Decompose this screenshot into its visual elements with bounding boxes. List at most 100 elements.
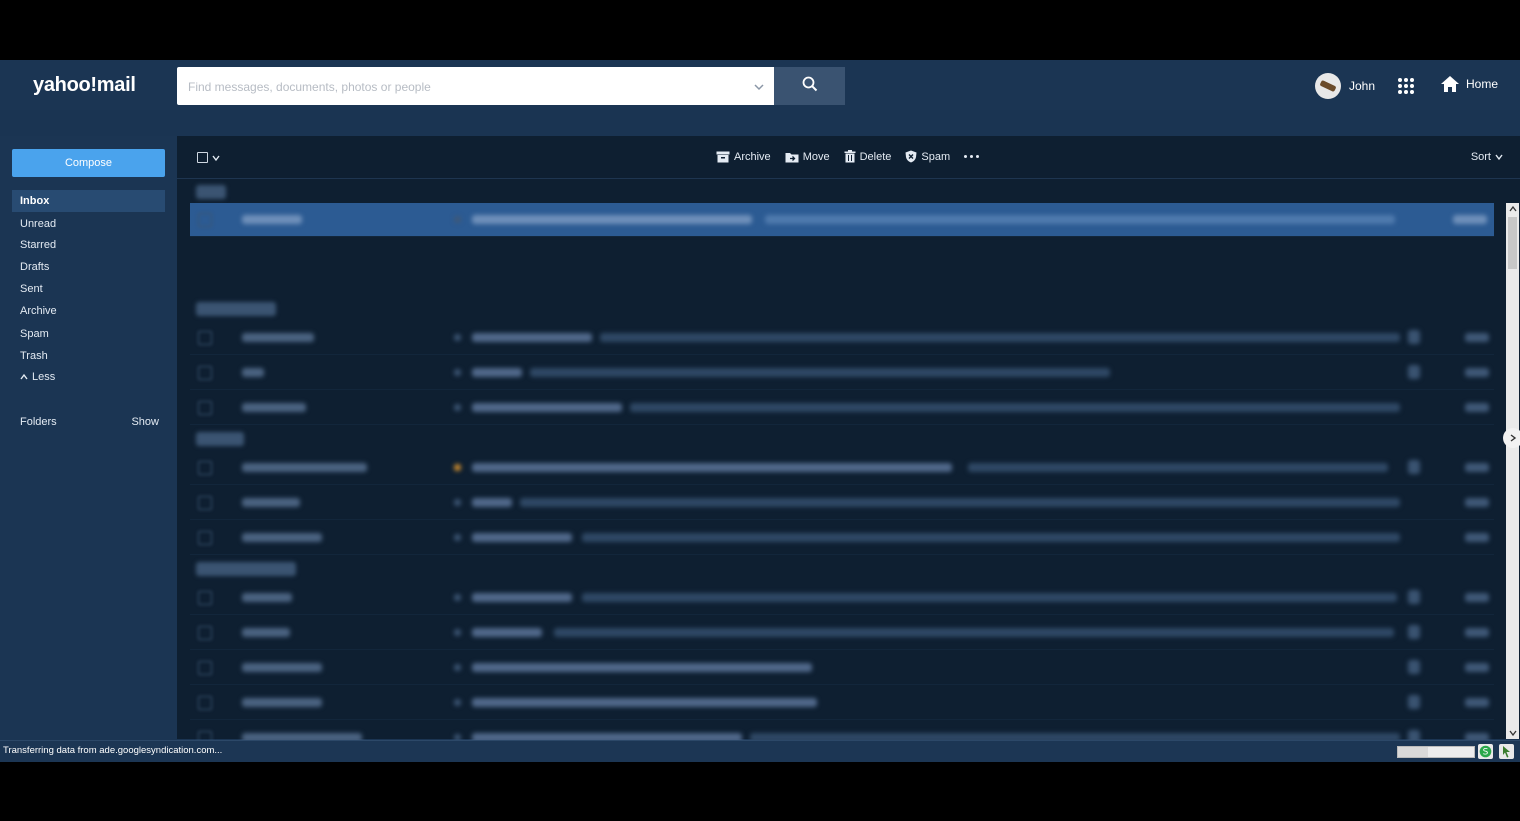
sender-blurred (242, 215, 302, 224)
star-icon[interactable] (454, 664, 461, 671)
row-checkbox[interactable] (198, 626, 212, 640)
star-icon[interactable] (454, 699, 461, 706)
row-checkbox[interactable] (198, 366, 212, 380)
yahoo-mail-logo[interactable]: yahoo!mail (33, 74, 136, 97)
row-checkbox[interactable] (198, 696, 212, 710)
row-checkbox[interactable] (198, 331, 212, 345)
archive-label: Archive (734, 150, 771, 163)
message-row[interactable] (190, 521, 1494, 555)
sidebar-item-trash[interactable]: Trash (12, 345, 165, 367)
search-options-chevron-icon[interactable] (754, 79, 764, 97)
sidebar-item-unread[interactable]: Unread (12, 213, 165, 235)
message-row[interactable] (190, 356, 1494, 390)
message-toolbar: Archive Move Delete Spam Sort (177, 136, 1520, 179)
sender-blurred (242, 663, 322, 672)
star-icon[interactable] (454, 499, 461, 506)
loading-progress-bar (1397, 746, 1475, 758)
subject-blurred (472, 403, 622, 412)
search-input[interactable] (186, 67, 750, 107)
apps-grid-icon[interactable] (1397, 77, 1415, 100)
preview-blurred (582, 533, 1400, 542)
select-all-checkbox[interactable] (197, 152, 220, 163)
star-icon[interactable] (454, 629, 461, 636)
message-row[interactable] (190, 616, 1494, 650)
sidebar-item-archive[interactable]: Archive (12, 300, 165, 322)
section-header-blurred (196, 302, 276, 316)
star-icon[interactable] (454, 334, 461, 341)
row-checkbox[interactable] (198, 401, 212, 415)
message-row[interactable] (190, 451, 1494, 485)
scroll-thumb[interactable] (1508, 217, 1517, 269)
row-checkbox[interactable] (198, 531, 212, 545)
extension-icon[interactable] (1499, 744, 1514, 759)
attachment-icon (1408, 625, 1420, 639)
subject-blurred (472, 368, 522, 377)
expand-panel-toggle[interactable] (1503, 428, 1520, 448)
row-checkbox[interactable] (198, 661, 212, 675)
message-row[interactable] (190, 391, 1494, 425)
date-blurred (1465, 463, 1489, 472)
message-row[interactable] (190, 651, 1494, 685)
account-menu[interactable]: John (1315, 73, 1375, 99)
more-actions-icon[interactable] (964, 155, 980, 158)
sidebar-item-sent[interactable]: Sent (12, 278, 165, 300)
message-list-pane: Archive Move Delete Spam Sort (177, 136, 1520, 755)
search-box[interactable] (177, 67, 774, 107)
sidebar-item-spam[interactable]: Spam (12, 323, 165, 345)
star-icon[interactable] (454, 404, 461, 411)
subject-blurred (472, 663, 812, 672)
folders-header: Folders Show (20, 416, 159, 428)
message-row[interactable] (190, 203, 1494, 237)
preview-blurred (582, 593, 1397, 602)
sort-menu[interactable]: Sort (1471, 151, 1503, 163)
star-icon[interactable] (454, 464, 461, 471)
row-checkbox[interactable] (198, 591, 212, 605)
subject-blurred (472, 333, 592, 342)
attachment-icon (1408, 330, 1420, 344)
spam-button[interactable]: Spam (905, 150, 950, 163)
sender-blurred (242, 498, 300, 507)
message-row[interactable] (190, 581, 1494, 615)
preview-blurred (968, 463, 1388, 472)
sidebar-item-drafts[interactable]: Drafts (12, 256, 165, 278)
delete-label: Delete (859, 150, 892, 163)
sidebar-item-inbox[interactable]: Inbox (12, 190, 165, 212)
search-button[interactable] (774, 67, 845, 105)
attachment-icon (1408, 695, 1420, 709)
sender-blurred (242, 368, 264, 377)
row-checkbox[interactable] (198, 461, 212, 475)
compose-button[interactable]: Compose (12, 149, 165, 177)
chevron-down-icon (1495, 154, 1503, 161)
attachment-icon (1408, 460, 1420, 474)
star-icon[interactable] (454, 369, 461, 376)
attachment-icon (1408, 365, 1420, 379)
delete-button[interactable]: Delete (844, 150, 892, 163)
scroll-up-arrow-icon[interactable] (1506, 203, 1519, 215)
sidebar-item-starred[interactable]: Starred (12, 234, 165, 256)
spam-label: Spam (921, 150, 951, 163)
folders-label: Folders (20, 416, 57, 428)
date-blurred (1465, 663, 1489, 672)
date-blurred (1465, 498, 1489, 507)
message-row[interactable] (190, 686, 1494, 720)
row-checkbox[interactable] (198, 496, 212, 510)
row-checkbox[interactable] (198, 213, 212, 227)
list-scrollbar[interactable] (1506, 203, 1519, 739)
security-s-icon[interactable]: S (1478, 744, 1493, 759)
star-icon[interactable] (454, 216, 461, 223)
folders-show-link[interactable]: Show (131, 416, 159, 428)
sidebar-less-toggle[interactable]: Less (12, 366, 165, 388)
archive-button[interactable]: Archive (716, 151, 771, 163)
star-icon[interactable] (454, 534, 461, 541)
move-button[interactable]: Move (785, 151, 830, 163)
status-text: Transferring data from ade.googlesyndica… (3, 745, 223, 756)
star-icon[interactable] (454, 594, 461, 601)
sender-blurred (242, 403, 306, 412)
scroll-down-arrow-icon[interactable] (1506, 727, 1519, 739)
message-row[interactable] (190, 321, 1494, 355)
svg-text:S: S (1483, 748, 1489, 758)
home-link[interactable]: Home (1440, 75, 1498, 93)
browser-status-bar: Transferring data from ade.googlesyndica… (0, 740, 1520, 762)
message-row[interactable] (190, 486, 1494, 520)
preview-blurred (630, 403, 1400, 412)
